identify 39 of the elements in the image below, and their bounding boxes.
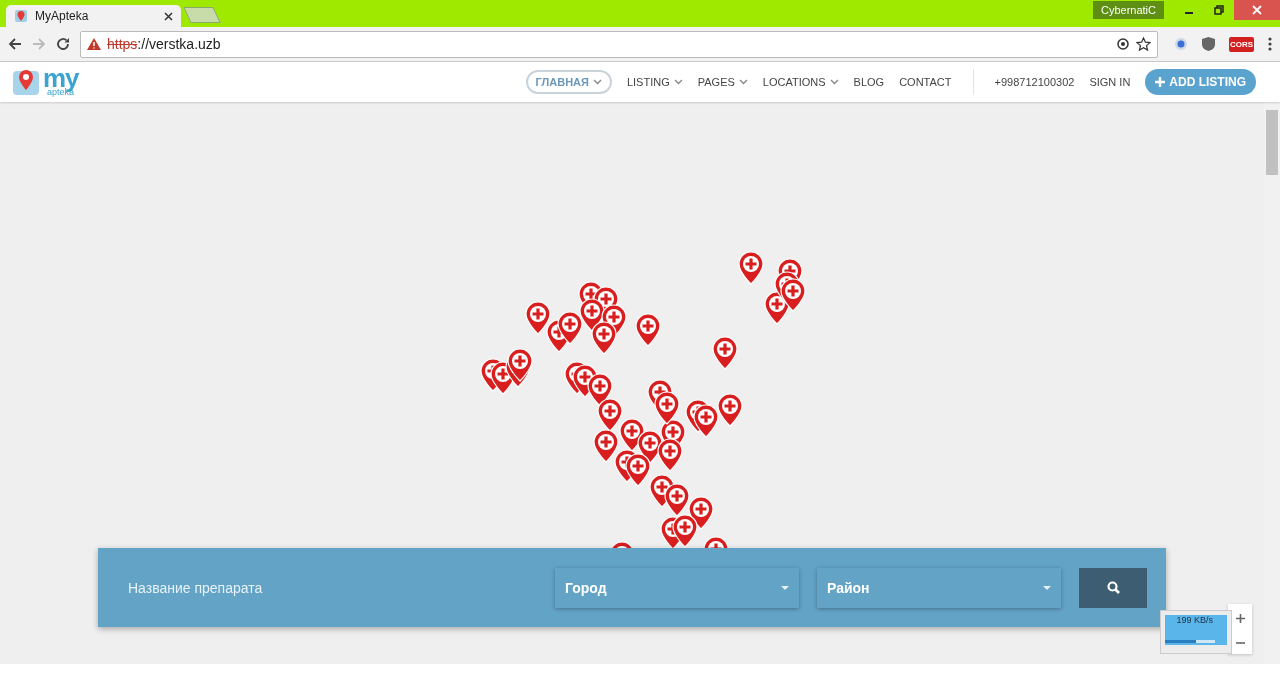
chevron-down-icon bbox=[738, 79, 748, 85]
caret-icon bbox=[1043, 585, 1051, 590]
reload-icon[interactable] bbox=[56, 37, 70, 51]
close-icon[interactable] bbox=[164, 11, 173, 21]
plus-icon bbox=[1155, 77, 1166, 87]
tab-title: MyApteka bbox=[35, 9, 90, 23]
nav-link[interactable]: PAGES bbox=[697, 71, 748, 93]
scrollbar[interactable] bbox=[1264, 102, 1280, 664]
chevron-down-icon bbox=[829, 79, 839, 85]
nav-link[interactable]: LISTING bbox=[626, 71, 683, 93]
profile-name[interactable]: CybernatiC bbox=[1092, 1, 1164, 19]
warning-icon bbox=[87, 38, 101, 50]
restore-icon[interactable] bbox=[1214, 5, 1224, 15]
nav-link[interactable]: BLOG bbox=[853, 71, 885, 93]
logo-pin-icon[interactable] bbox=[12, 68, 40, 96]
phone-number[interactable]: +998712100302 bbox=[994, 76, 1075, 88]
chevron-down-icon bbox=[592, 79, 602, 85]
star-icon[interactable] bbox=[1135, 37, 1151, 51]
address-bar[interactable]: https://verstka.uzb bbox=[80, 30, 1158, 58]
extension-icon[interactable] bbox=[1173, 37, 1188, 51]
map-pin-icon bbox=[14, 9, 28, 23]
zoom-in-icon[interactable] bbox=[1235, 613, 1245, 623]
sign-in-link[interactable]: SIGN IN bbox=[1089, 76, 1131, 88]
back-arrow-icon[interactable] bbox=[8, 37, 22, 51]
url-text: https://verstka.uzb bbox=[107, 36, 221, 52]
search-button[interactable] bbox=[1079, 567, 1147, 608]
location-target-icon[interactable] bbox=[1115, 37, 1130, 51]
chevron-down-icon bbox=[673, 79, 683, 85]
search-icon bbox=[1106, 581, 1120, 594]
caret-icon bbox=[781, 585, 789, 590]
zoom-out-icon[interactable] bbox=[1235, 642, 1245, 645]
shield-icon[interactable] bbox=[1201, 37, 1215, 51]
nav-link[interactable]: LOCATIONS bbox=[762, 71, 839, 93]
menu-icon[interactable] bbox=[1268, 37, 1272, 51]
nav-link[interactable]: CONTACT bbox=[899, 71, 952, 93]
medicine-name-field[interactable]: Название препарата bbox=[128, 579, 537, 596]
extension-badge[interactable]: CORS bbox=[1228, 36, 1254, 52]
speed-reading: 199 KB/s bbox=[1176, 615, 1213, 625]
browser-tab[interactable]: MyApteka bbox=[6, 5, 181, 27]
